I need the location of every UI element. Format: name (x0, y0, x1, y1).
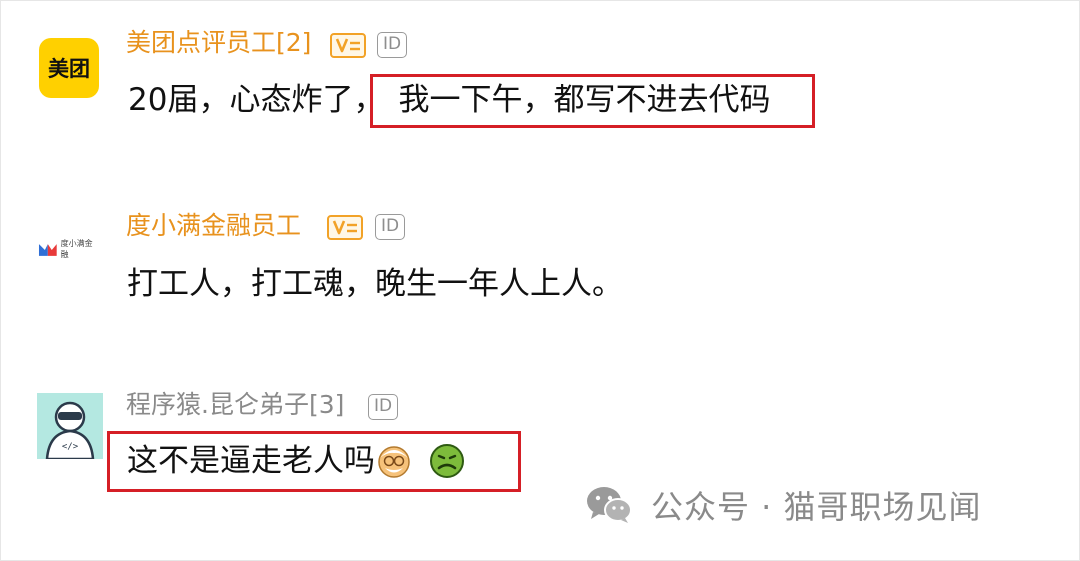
vip-badge-icon (330, 33, 366, 58)
avatar-meituan[interactable]: 美团 (39, 38, 99, 98)
comment-text-plain: 20届，心态炸了， (128, 82, 385, 118)
coder-avatar-icon: </> (45, 401, 95, 459)
id-badge: ID (377, 32, 408, 58)
username-meituan[interactable]: 美团点评员工[2] (126, 28, 311, 58)
comment-text: 打工人，打工魂，晚生一年人上人。 (127, 266, 623, 302)
avatar-duxiaoman[interactable]: 度小满金融 (38, 236, 100, 262)
id-badge: ID (368, 394, 399, 420)
username-duxiaoman[interactable]: 度小满金融员工 (126, 211, 301, 241)
avatar-meituan-logo: 美团 (48, 57, 90, 81)
duxiaoman-logo-icon (38, 244, 57, 256)
wechat-icon (587, 487, 632, 523)
username-coder[interactable]: 程序猿.昆仑弟子[3] (126, 390, 344, 420)
avatar-duxiaoman-text: 度小满金融 (60, 239, 93, 259)
highlight-box (370, 74, 815, 128)
highlight-box (107, 431, 521, 492)
vip-badge-icon (327, 215, 363, 240)
svg-text:</>: </> (62, 442, 79, 452)
watermark-text: 公众号 · 猫哥职场见闻 (651, 488, 982, 526)
wechat-watermark: 公众号 · 猫哥职场见闻 (585, 482, 982, 528)
avatar-coder[interactable]: </> (37, 393, 103, 459)
id-badge: ID (375, 214, 406, 240)
